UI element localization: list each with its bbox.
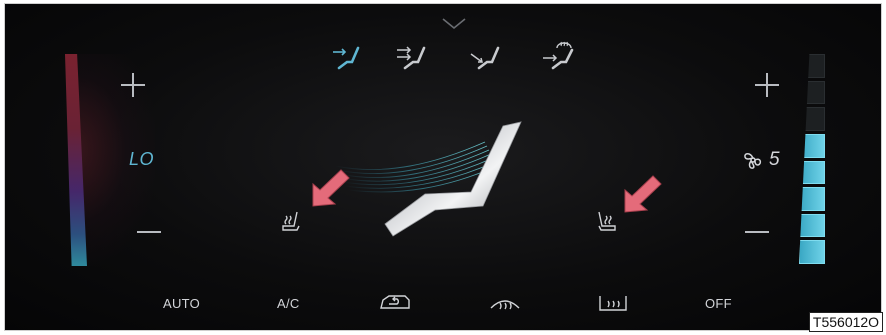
- face-airflow-icon[interactable]: [391, 40, 435, 76]
- fan-speed-slider[interactable]: [799, 54, 825, 264]
- recirculation-icon[interactable]: [375, 290, 415, 316]
- fan-level-segment[interactable]: [799, 160, 825, 185]
- fan-icon: [744, 153, 762, 169]
- fan-level-segment[interactable]: [799, 187, 825, 211]
- fan-down-button[interactable]: [745, 220, 769, 244]
- fan-level-segment[interactable]: [799, 240, 825, 264]
- left-seat-arrow-annotation: [312, 169, 350, 207]
- windscreen-airflow-icon[interactable]: [325, 40, 369, 76]
- fan-up-button[interactable]: [755, 73, 779, 97]
- climate-control-panel: LO 5 AUTO A/C OFF: [4, 3, 882, 331]
- defrost-airflow-icon[interactable]: [537, 40, 581, 76]
- off-button[interactable]: OFF: [705, 296, 732, 311]
- chevron-down-icon[interactable]: [439, 16, 469, 32]
- temperature-value: LO: [129, 149, 155, 169]
- bottom-button-bar: AUTO A/C OFF: [5, 288, 881, 320]
- fan-level-segment[interactable]: [799, 133, 825, 158]
- foot-airflow-icon[interactable]: [465, 40, 509, 76]
- ac-button[interactable]: A/C: [277, 296, 300, 311]
- image-code-label: T556012O: [809, 312, 883, 332]
- front-defrost-icon[interactable]: [485, 290, 525, 316]
- fan-speed-value: 5: [769, 149, 780, 170]
- fan-level-segment[interactable]: [799, 213, 825, 238]
- rear-defrost-icon[interactable]: [593, 290, 633, 316]
- left-seat-heater-icon[interactable]: [277, 208, 305, 236]
- temperature-up-button[interactable]: [121, 73, 145, 97]
- auto-button[interactable]: AUTO: [163, 296, 200, 311]
- fan-level-segment[interactable]: [799, 80, 825, 105]
- fan-speed-display: 5: [740, 148, 780, 172]
- right-seat-arrow-annotation: [624, 175, 662, 213]
- fan-level-segment[interactable]: [799, 107, 825, 131]
- temperature-down-button[interactable]: [137, 220, 161, 244]
